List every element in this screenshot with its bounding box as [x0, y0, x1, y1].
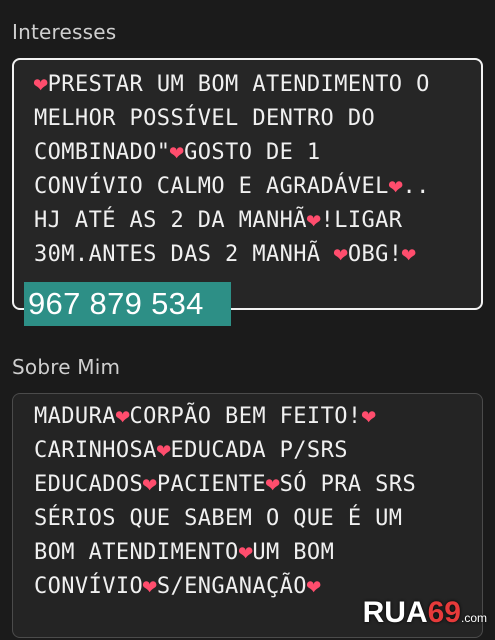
heart-icon: ❤: [238, 538, 254, 567]
heart-icon: ❤: [142, 470, 158, 499]
heart-icon: ❤: [333, 240, 349, 269]
heart-icon: ❤: [388, 172, 404, 201]
text-line: EDUCADOS❤PACIENTE❤SÓ PRA SRS: [34, 468, 481, 502]
text-line: CONVÍVIO CALMO E AGRADÁVEL❤..: [34, 170, 481, 204]
text-line: BOM ATENDIMENTO❤UM BOM: [34, 536, 481, 570]
logo-main: RUA: [362, 596, 428, 629]
logo-suffix: .com: [460, 611, 487, 625]
heart-icon: ❤: [360, 402, 376, 431]
logo-accent: 69: [427, 596, 461, 629]
heart-icon: ❤: [33, 70, 49, 99]
heart-icon: ❤: [142, 572, 158, 601]
phone-number[interactable]: 967 879 534: [28, 284, 204, 324]
text-line: 30M.ANTES DAS 2 MANHÃ ❤OBG!❤: [34, 238, 481, 272]
heart-icon: ❤: [306, 572, 322, 601]
text-line: MELHOR POSSÍVEL DENTRO DO: [34, 106, 376, 131]
interests-text: ❤PRESTAR UM BOM ATENDIMENTO O MELHOR POSS…: [33, 68, 481, 272]
text-line: COMBINADO"❤GOSTO DE 1: [34, 136, 481, 170]
heart-icon: ❤: [115, 402, 131, 431]
text-line: MADURA❤CORPÃO BEM FEITO!❤: [34, 400, 481, 434]
about-section-label: Sobre Mim: [12, 355, 121, 379]
about-text: MADURA❤CORPÃO BEM FEITO!❤ CARINHOSA❤EDUCA…: [34, 400, 481, 604]
rua69-logo: RUA69.com: [363, 597, 487, 634]
heart-icon: ❤: [265, 470, 281, 499]
heart-icon: ❤: [169, 138, 185, 167]
heart-icon: ❤: [401, 240, 417, 269]
text-line: CARINHOSA❤EDUCADA P/SRS: [34, 434, 481, 468]
text-line: HJ ATÉ AS 2 DA MANHÃ❤!LIGAR: [34, 204, 481, 238]
text-line: ❤PRESTAR UM BOM ATENDIMENTO O: [33, 68, 481, 102]
interests-section-label: Interesses: [12, 20, 117, 44]
heart-icon: ❤: [156, 436, 172, 465]
text-line: SÉRIOS QUE SABEM O QUE É UM: [34, 506, 403, 531]
heart-icon: ❤: [306, 206, 322, 235]
